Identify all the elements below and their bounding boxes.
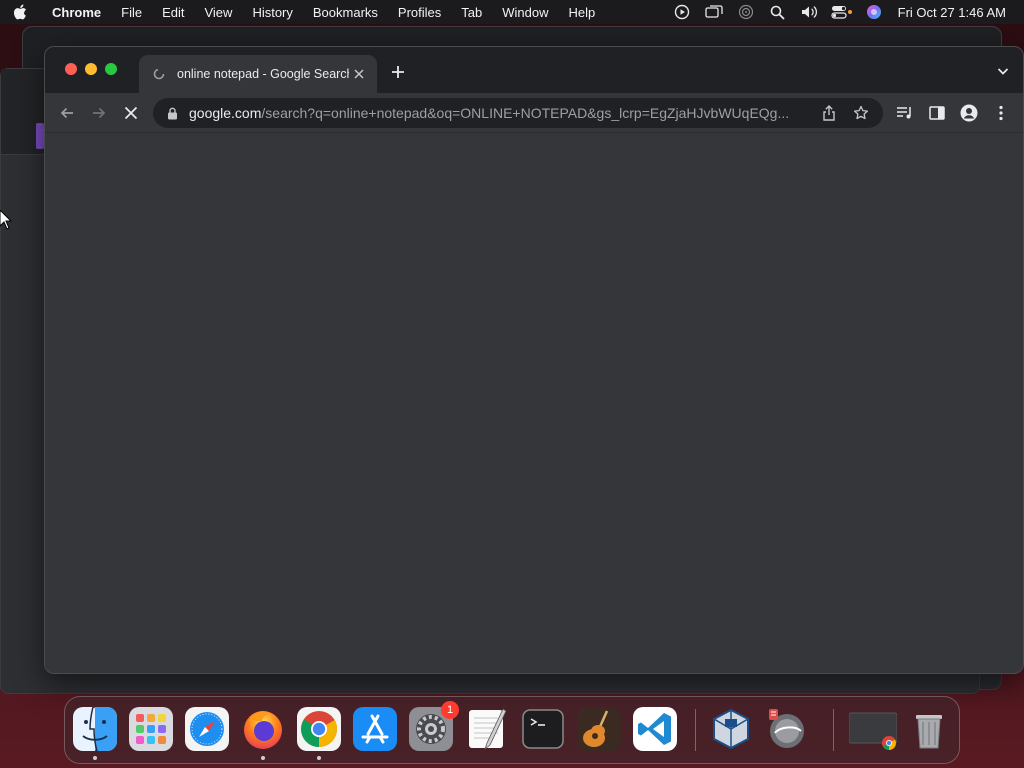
spotlight-search-icon[interactable] [762, 0, 794, 24]
menubar-clock[interactable]: Fri Oct 27 1:46 AM [890, 5, 1024, 20]
tab-title: online notepad - Google Search [177, 67, 349, 81]
bookmark-star-icon[interactable] [849, 101, 873, 125]
siri-icon[interactable] [858, 0, 890, 24]
page-content-loading[interactable] [45, 133, 1023, 673]
dock-terminal-icon[interactable] [521, 707, 565, 751]
menu-help[interactable]: Help [559, 5, 606, 20]
close-tab-icon[interactable] [349, 64, 369, 84]
dock: 1 [64, 696, 960, 764]
dock-separator-2 [833, 709, 834, 751]
menu-bar: Chrome File Edit View History Bookmarks … [0, 0, 1024, 24]
dock-trash-icon[interactable] [907, 707, 951, 751]
dock-firefox-icon[interactable] [241, 707, 285, 751]
dock-safari-icon[interactable] [185, 707, 229, 751]
volume-icon[interactable] [794, 0, 826, 24]
airdrop-icon[interactable] [730, 0, 762, 24]
profile-avatar-icon[interactable] [957, 101, 981, 125]
back-arrow-icon[interactable] [55, 101, 79, 125]
menu-tab[interactable]: Tab [451, 5, 492, 20]
finder-running-indicator [93, 756, 97, 760]
side-panel-icon[interactable] [925, 101, 949, 125]
window-switcher-icon[interactable] [698, 0, 730, 24]
settings-notification-badge: 1 [441, 701, 459, 719]
tab-strip: online notepad - Google Search [45, 47, 1023, 93]
url-text[interactable]: google.com/search?q=online+notepad&oq=ON… [189, 105, 809, 121]
mouse-pointer-icon [0, 209, 13, 235]
stop-loading-icon[interactable] [119, 101, 143, 125]
dock-garageband-icon[interactable] [577, 707, 621, 751]
menu-window[interactable]: Window [492, 5, 558, 20]
media-controls-icon[interactable] [893, 101, 917, 125]
screen-recording-icon[interactable] [666, 0, 698, 24]
dock-separator [695, 709, 696, 751]
more-options-kebab-icon[interactable] [989, 101, 1013, 125]
app-menu-chrome[interactable]: Chrome [40, 5, 111, 20]
dock-app-store-icon[interactable] [353, 707, 397, 751]
dock-minimized-chrome-window[interactable] [849, 707, 897, 751]
menu-file[interactable]: File [111, 5, 152, 20]
maximize-window-button[interactable] [105, 63, 117, 75]
minimize-window-button[interactable] [85, 63, 97, 75]
menu-profiles[interactable]: Profiles [388, 5, 451, 20]
close-window-button[interactable] [65, 63, 77, 75]
lock-icon[interactable] [165, 106, 179, 120]
tab-search-chevron-down-icon[interactable] [995, 63, 1011, 79]
new-tab-button[interactable] [387, 61, 409, 83]
window-controls [65, 63, 117, 75]
browser-toolbar: google.com/search?q=online+notepad&oq=ON… [45, 93, 1023, 133]
url-path: /search?q=online+notepad&oq=ONLINE+NOTEP… [261, 105, 790, 121]
dock-chrome-icon[interactable] [297, 707, 341, 751]
url-host: google.com [189, 105, 262, 121]
forward-arrow-icon[interactable] [87, 101, 111, 125]
dock-vscode-icon[interactable] [633, 707, 677, 751]
apple-menu-icon[interactable] [0, 4, 40, 20]
dock-finder-icon[interactable] [73, 707, 117, 751]
menu-bookmarks[interactable]: Bookmarks [303, 5, 388, 20]
background-app-accent [36, 123, 44, 149]
dock-system-settings-icon[interactable]: 1 [409, 701, 459, 751]
dock-launchpad-icon[interactable] [129, 707, 173, 751]
address-bar[interactable]: google.com/search?q=online+notepad&oq=ON… [153, 98, 883, 128]
control-center-icon[interactable] [826, 0, 858, 24]
chrome-running-indicator [317, 756, 321, 760]
menu-edit[interactable]: Edit [152, 5, 194, 20]
firefox-running-indicator [261, 756, 265, 760]
dock-disk-utility-icon[interactable] [765, 707, 809, 751]
dock-textedit-icon[interactable] [465, 707, 509, 751]
loading-favicon-icon [151, 66, 167, 82]
dock-virtualbox-icon[interactable] [709, 707, 753, 751]
chrome-window: online notepad - Google Search google.co… [44, 46, 1024, 674]
tab-online-notepad[interactable]: online notepad - Google Search [139, 55, 377, 93]
menu-history[interactable]: History [242, 5, 302, 20]
share-icon[interactable] [817, 101, 841, 125]
menu-view[interactable]: View [194, 5, 242, 20]
